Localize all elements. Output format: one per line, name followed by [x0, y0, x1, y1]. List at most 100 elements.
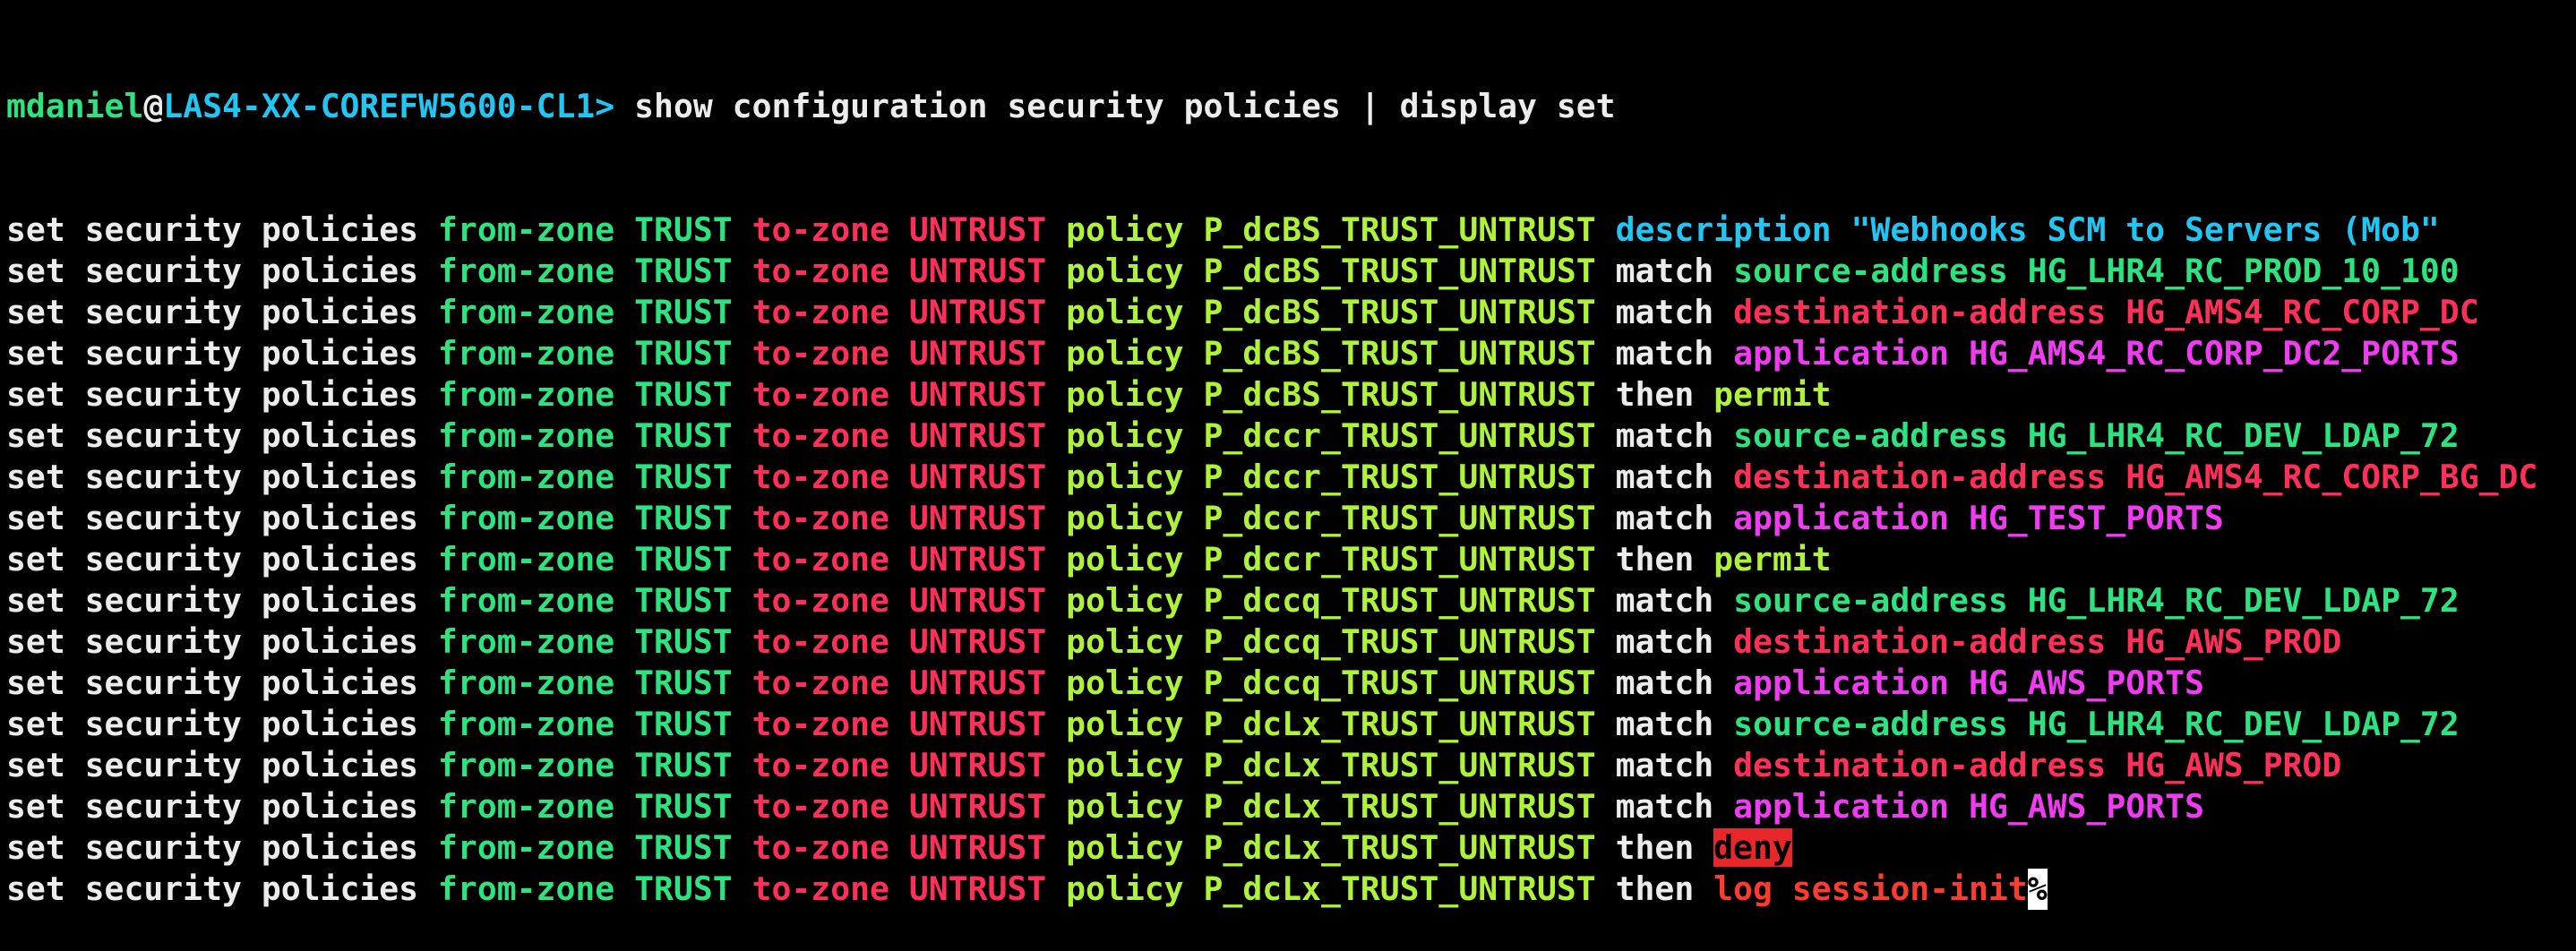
to-zone-keyword: to-zone	[751, 828, 909, 867]
policy-keyword: policy	[1066, 334, 1204, 373]
from-zone-keyword: from-zone	[438, 334, 635, 373]
from-zone-keyword: from-zone	[438, 787, 635, 826]
policy-name: P_dcLx_TRUST_UNTRUST	[1203, 705, 1616, 743]
set-keyword: set security policies	[6, 499, 438, 537]
policy-name: P_dccr_TRUST_UNTRUST	[1203, 540, 1616, 578]
from-zone-keyword: from-zone	[438, 828, 635, 867]
from-zone-keyword: from-zone	[438, 746, 635, 784]
application-value: HG_AMS4_RC_CORP_DC2_PORTS	[1968, 334, 2460, 373]
source-address-keyword: source-address	[1733, 705, 2028, 743]
to-zone-value: UNTRUST	[908, 870, 1067, 908]
to-zone-value: UNTRUST	[908, 293, 1067, 331]
then-keyword: then	[1615, 870, 1714, 908]
set-keyword: set security policies	[6, 828, 438, 867]
config-line: set security policies from-zone TRUST to…	[6, 704, 2576, 745]
match-keyword: match	[1615, 293, 1734, 331]
source-address-value: HG_LHR4_RC_DEV_LDAP_72	[2027, 581, 2460, 620]
description-keyword: description	[1615, 210, 1851, 249]
set-keyword: set security policies	[6, 540, 438, 578]
config-line: set security policies from-zone TRUST to…	[6, 827, 2576, 869]
set-keyword: set security policies	[6, 581, 438, 620]
to-zone-value: UNTRUST	[908, 334, 1067, 373]
match-keyword: match	[1615, 787, 1734, 826]
from-zone-value: TRUST	[634, 746, 752, 784]
source-address-value: HG_LHR4_RC_PROD_10_100	[2027, 252, 2460, 290]
to-zone-value: UNTRUST	[908, 664, 1067, 702]
application-keyword: application	[1733, 787, 1969, 826]
from-zone-keyword: from-zone	[438, 870, 635, 908]
from-zone-value: TRUST	[634, 622, 752, 661]
from-zone-value: TRUST	[634, 458, 752, 496]
policy-name: P_dccq_TRUST_UNTRUST	[1203, 664, 1616, 702]
policy-name: P_dcBS_TRUST_UNTRUST	[1203, 375, 1616, 414]
policy-name: P_dcLx_TRUST_UNTRUST	[1203, 828, 1616, 867]
policy-name: P_dcBS_TRUST_UNTRUST	[1203, 293, 1616, 331]
destination-address-value: HG_AMS4_RC_CORP_BG_DC	[2125, 458, 2538, 496]
config-line: set security policies from-zone TRUST to…	[6, 580, 2576, 621]
to-zone-keyword: to-zone	[751, 416, 909, 455]
from-zone-keyword: from-zone	[438, 622, 635, 661]
from-zone-value: TRUST	[634, 499, 752, 537]
policy-keyword: policy	[1066, 252, 1204, 290]
from-zone-keyword: from-zone	[438, 210, 635, 249]
to-zone-keyword: to-zone	[751, 540, 909, 578]
from-zone-value: TRUST	[634, 870, 752, 908]
policy-keyword: policy	[1066, 416, 1204, 455]
from-zone-value: TRUST	[634, 252, 752, 290]
source-address-value: HG_LHR4_RC_DEV_LDAP_72	[2027, 416, 2460, 455]
then-keyword: then	[1615, 828, 1714, 867]
set-keyword: set security policies	[6, 458, 438, 496]
from-zone-value: TRUST	[634, 664, 752, 702]
source-address-value: HG_LHR4_RC_DEV_LDAP_72	[2027, 705, 2460, 743]
config-line: set security policies from-zone TRUST to…	[6, 374, 2576, 416]
permit-action: permit	[1713, 540, 1832, 578]
policy-name: P_dccq_TRUST_UNTRUST	[1203, 622, 1616, 661]
set-keyword: set security policies	[6, 746, 438, 784]
config-line: set security policies from-zone TRUST to…	[6, 292, 2576, 333]
terminal-cursor: %	[2027, 869, 2048, 910]
match-keyword: match	[1615, 416, 1734, 455]
policy-name: P_dcLx_TRUST_UNTRUST	[1203, 787, 1616, 826]
policy-keyword: policy	[1066, 787, 1204, 826]
from-zone-value: TRUST	[634, 540, 752, 578]
policy-name: P_dcBS_TRUST_UNTRUST	[1203, 334, 1616, 373]
from-zone-value: TRUST	[634, 334, 752, 373]
to-zone-keyword: to-zone	[751, 375, 909, 414]
policy-keyword: policy	[1066, 210, 1204, 249]
terminal-window[interactable]: mdaniel@LAS4-XX-COREFW5600-CL1> show con…	[0, 0, 2576, 910]
to-zone-keyword: to-zone	[751, 787, 909, 826]
description-value: "Webhooks SCM to Servers (Mob"	[1850, 210, 2440, 249]
application-keyword: application	[1733, 334, 1969, 373]
to-zone-keyword: to-zone	[751, 705, 909, 743]
then-keyword: then	[1615, 540, 1714, 578]
destination-address-keyword: destination-address	[1733, 458, 2126, 496]
config-line: set security policies from-zone TRUST to…	[6, 333, 2576, 374]
log-action: log session-init	[1713, 870, 2028, 908]
command-output: set security policies from-zone TRUST to…	[6, 210, 2576, 910]
to-zone-keyword: to-zone	[751, 210, 909, 249]
match-keyword: match	[1615, 499, 1734, 537]
match-keyword: match	[1615, 458, 1734, 496]
set-keyword: set security policies	[6, 252, 438, 290]
policy-keyword: policy	[1066, 581, 1204, 620]
destination-address-value: HG_AWS_PROD	[2125, 746, 2342, 784]
application-keyword: application	[1733, 664, 1969, 702]
config-line: set security policies from-zone TRUST to…	[6, 663, 2576, 704]
to-zone-keyword: to-zone	[751, 622, 909, 661]
match-keyword: match	[1615, 664, 1734, 702]
destination-address-keyword: destination-address	[1733, 746, 2126, 784]
source-address-keyword: source-address	[1733, 416, 2028, 455]
to-zone-keyword: to-zone	[751, 334, 909, 373]
to-zone-value: UNTRUST	[908, 540, 1067, 578]
policy-name: P_dcBS_TRUST_UNTRUST	[1203, 210, 1616, 249]
set-keyword: set security policies	[6, 210, 438, 249]
to-zone-value: UNTRUST	[908, 828, 1067, 867]
match-keyword: match	[1615, 746, 1734, 784]
config-line: set security policies from-zone TRUST to…	[6, 251, 2576, 292]
to-zone-keyword: to-zone	[751, 293, 909, 331]
policy-keyword: policy	[1066, 293, 1204, 331]
config-line: set security policies from-zone TRUST to…	[6, 786, 2576, 827]
policy-keyword: policy	[1066, 828, 1204, 867]
to-zone-keyword: to-zone	[751, 581, 909, 620]
prompt-host: LAS4-XX-COREFW5600-CL1	[163, 87, 596, 125]
